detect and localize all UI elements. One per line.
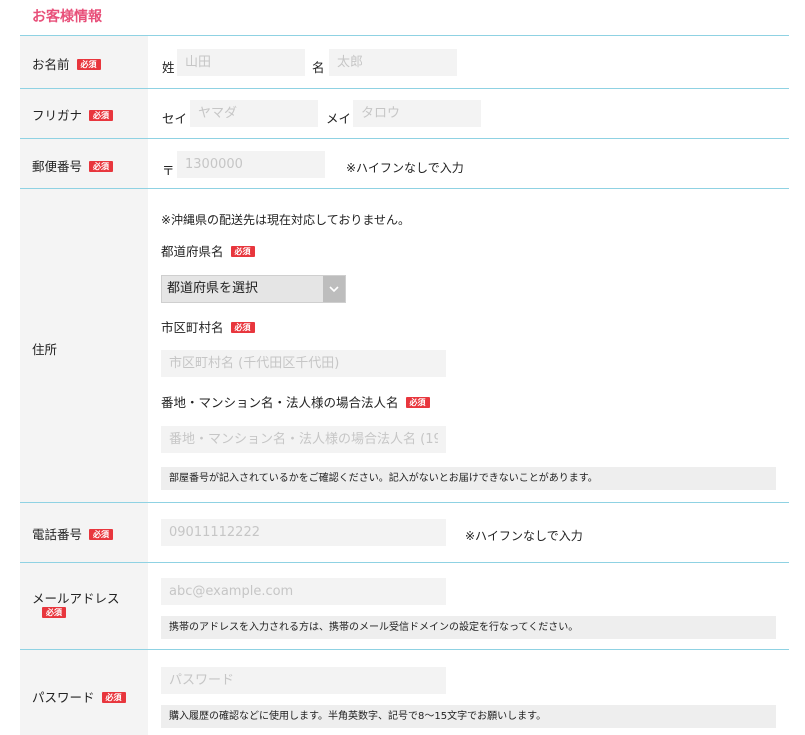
password-input[interactable] — [161, 667, 446, 694]
street-input[interactable] — [161, 426, 446, 453]
phone-note: ※ハイフンなしで入力 — [465, 529, 583, 543]
required-badge: 必須 — [89, 529, 114, 540]
last-kana-label: セイ — [162, 111, 188, 126]
first-kana-input[interactable] — [353, 100, 481, 127]
name-row: お名前必須 姓 名 — [20, 35, 789, 88]
required-badge: 必須 — [230, 246, 255, 257]
address-label: 住所 — [32, 342, 58, 357]
email-row: メールアドレス 必須 携帯のアドレスを入力される方は、携帯のメール受信ドメインの… — [20, 562, 789, 649]
first-kana-label: メイ — [326, 111, 352, 126]
phone-label-text: 電話番号 — [32, 527, 83, 542]
postal-label: 郵便番号 必須 — [32, 156, 114, 175]
chevron-down-icon — [323, 276, 345, 302]
room-number-notice: 部屋番号が記入されているかをご確認ください。記入がないとお届けできないことがあり… — [161, 467, 776, 490]
address-row: 住所 ※沖縄県の配送先は現在対応しておりません。 都道府県名 必須 都道府県を選択… — [20, 188, 789, 502]
kana-label-text: フリガナ — [32, 108, 83, 123]
city-label-text: 市区町村名 — [161, 320, 224, 335]
last-name-input[interactable] — [177, 49, 305, 76]
last-name-label: 姓 — [162, 60, 175, 75]
street-label: 番地・マンション名・法人様の場合法人名 必須 — [161, 392, 430, 411]
required-badge: 必須 — [230, 322, 255, 333]
postal-note: ※ハイフンなしで入力 — [346, 161, 464, 175]
phone-input[interactable] — [161, 519, 446, 546]
city-input[interactable] — [161, 350, 446, 377]
prefecture-selected-value: 都道府県を選択 — [167, 281, 259, 296]
required-badge: 必須 — [42, 607, 66, 618]
postal-row: 郵便番号必須 〒 ※ハイフンなしで入力 — [20, 138, 789, 188]
phone-label: 電話番号 必須 — [32, 524, 114, 543]
kana-label: フリガナ 必須 — [32, 105, 114, 124]
required-badge: 必須 — [76, 59, 101, 70]
email-input[interactable] — [161, 578, 446, 605]
kana-row: フリガナ必須 セイ メイ — [20, 88, 789, 138]
city-label: 市区町村名 必須 — [161, 317, 255, 336]
prefecture-label-text: 都道府県名 — [161, 244, 224, 259]
first-name-label: 名 — [312, 60, 325, 75]
postal-label-text: 郵便番号 — [32, 159, 83, 174]
name-label: お名前 必須 — [32, 54, 101, 73]
last-kana-input[interactable] — [190, 100, 318, 127]
email-notice: 携帯のアドレスを入力される方は、携帯のメール受信ドメインの設定を行なってください… — [161, 616, 776, 639]
required-badge: 必須 — [101, 692, 126, 703]
password-notice: 購入履歴の確認などに使用します。半角英数字、記号で8～15文字でお願いします。 — [161, 705, 776, 728]
postal-input[interactable] — [177, 151, 325, 178]
email-label: メールアドレス 必須 — [32, 592, 120, 620]
prefecture-select[interactable]: 都道府県を選択 — [161, 275, 346, 303]
required-badge: 必須 — [89, 110, 114, 121]
password-label-text: パスワード — [32, 690, 95, 705]
password-row: パスワード 必須 購入履歴の確認などに使用します。半角英数字、記号で8～15文字で… — [20, 649, 789, 735]
email-label-text: メールアドレス — [32, 591, 120, 606]
page-title: お客様情報 — [32, 9, 102, 25]
name-label-text: お名前 — [32, 57, 70, 72]
prefecture-label: 都道府県名 必須 — [161, 241, 255, 260]
street-label-text: 番地・マンション名・法人様の場合法人名 — [161, 395, 399, 410]
password-label: パスワード 必須 — [32, 687, 126, 706]
phone-row: 電話番号必須 ※ハイフンなしで入力 — [20, 502, 789, 562]
required-badge: 必須 — [405, 397, 430, 408]
first-name-input[interactable] — [329, 49, 457, 76]
required-badge: 必須 — [89, 161, 114, 172]
postal-prefix: 〒 — [162, 163, 175, 178]
okinawa-note: ※沖縄県の配送先は現在対応しておりません。 — [161, 213, 410, 227]
